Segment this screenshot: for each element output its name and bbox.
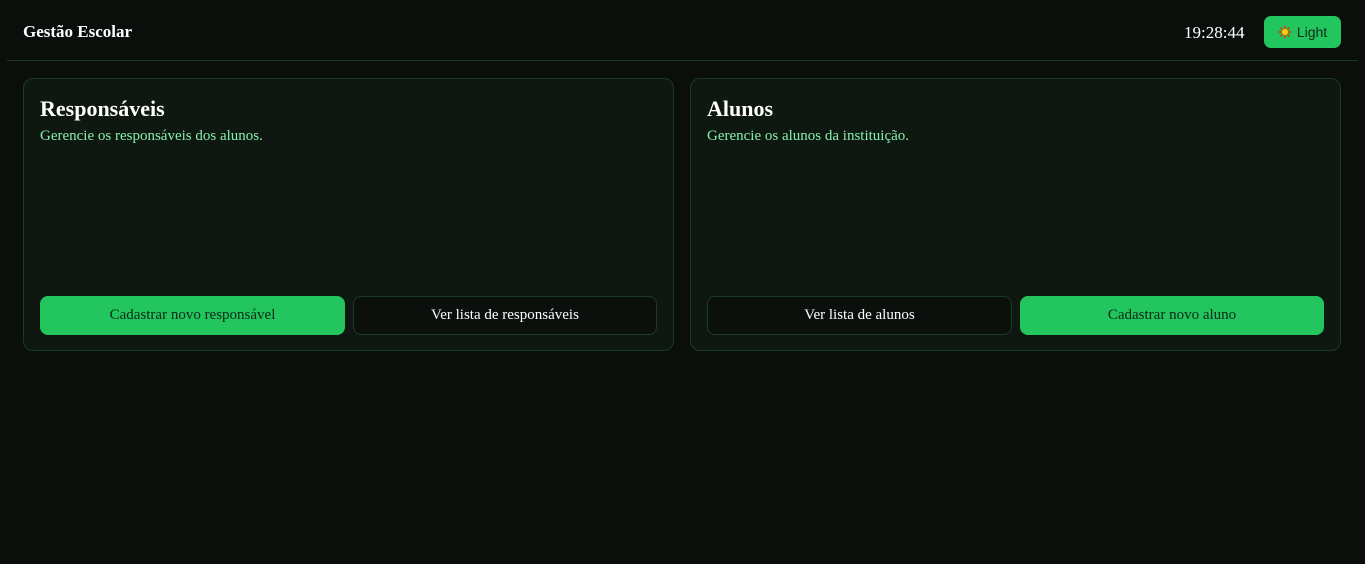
card-description: Gerencie os responsáveis dos alunos. [40, 128, 263, 144]
theme-toggle-label: Light [1296, 24, 1328, 40]
ver-lista-responsaveis-button[interactable]: Ver lista de responsáveis [353, 296, 657, 335]
sun-icon [1278, 25, 1292, 39]
cadastrar-responsavel-button[interactable]: Cadastrar novo responsável [40, 296, 345, 335]
clock: 19:28:44 [1184, 23, 1245, 42]
ver-lista-alunos-button[interactable]: Ver lista de alunos [707, 296, 1012, 335]
card-title: Responsáveis [40, 96, 165, 121]
app-title: Gestão Escolar [23, 22, 133, 41]
theme-toggle-button[interactable]: Light [1264, 16, 1341, 48]
top-bar: Gestão Escolar 19:28:44 Light [7, 0, 1358, 61]
card-description: Gerencie os alunos da instituição. [707, 128, 910, 144]
cadastrar-aluno-button[interactable]: Cadastrar novo aluno [1020, 296, 1324, 335]
card-title: Alunos [707, 96, 774, 121]
card-alunos: Alunos Gerencie os alunos da instituição… [690, 78, 1341, 351]
card-responsaveis: Responsáveis Gerencie os responsáveis do… [23, 78, 674, 351]
